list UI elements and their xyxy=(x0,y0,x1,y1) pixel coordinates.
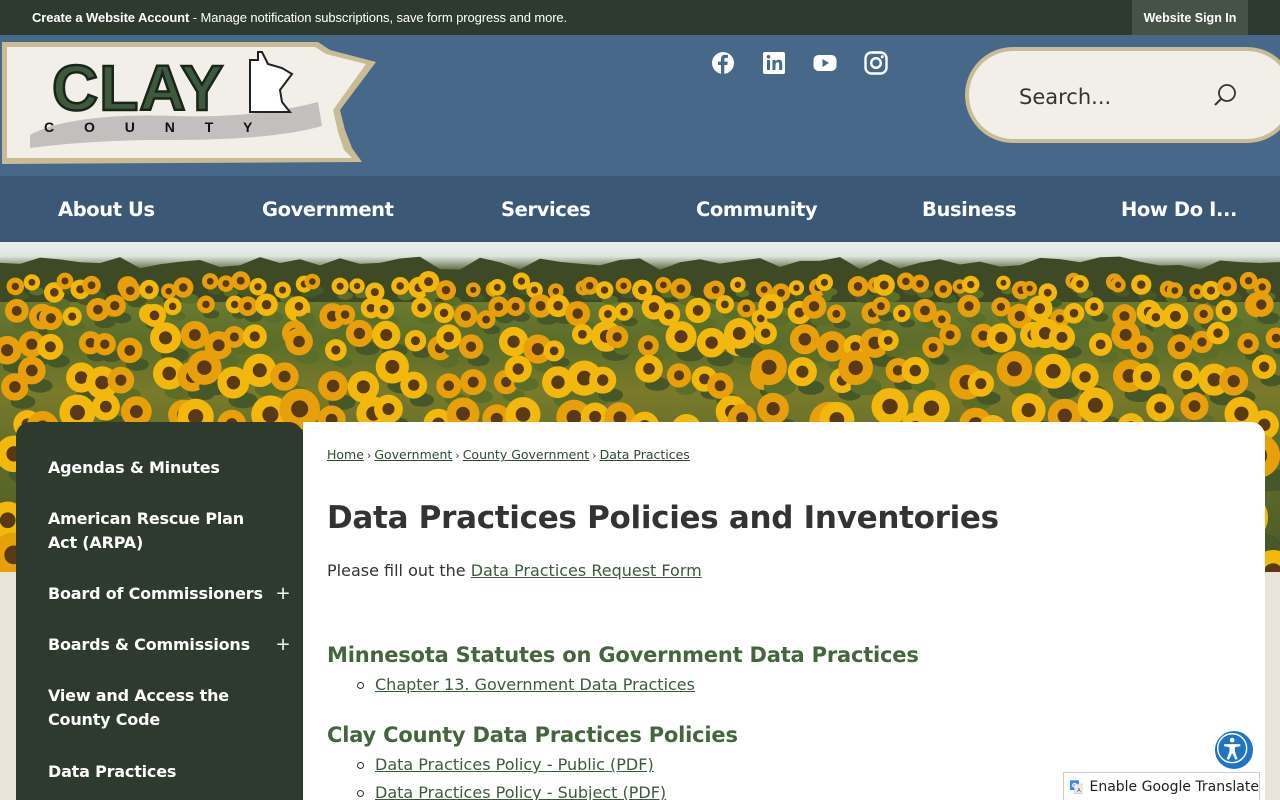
google-translate-label: Enable Google Translate xyxy=(1089,778,1259,795)
nav-services[interactable]: Services xyxy=(501,176,591,242)
account-notice[interactable]: Create a Website Account - Manage notifi… xyxy=(32,10,567,25)
intro-text: Please fill out the xyxy=(327,561,471,580)
search-input[interactable] xyxy=(1019,79,1199,115)
youtube-icon[interactable] xyxy=(812,50,838,76)
page-title: Data Practices Policies and Inventories xyxy=(327,500,999,536)
nav-how-do-i[interactable]: How Do I... xyxy=(1121,176,1237,242)
sidebar-item-agendas-minutes[interactable]: Agendas & Minutes xyxy=(48,456,268,480)
sidebar-item-data-practices[interactable]: Data Practices xyxy=(48,760,268,784)
site-search xyxy=(965,47,1280,143)
section-heading-mn-statutes: Minnesota Statutes on Government Data Pr… xyxy=(327,643,919,667)
logo-word: CLAY xyxy=(52,52,224,124)
sidebar-item-board-of-commissioners[interactable]: Board of Commissioners xyxy=(48,582,268,606)
breadcrumb-government[interactable]: Government xyxy=(374,447,452,462)
nav-business[interactable]: Business xyxy=(922,176,1017,242)
instagram-icon[interactable] xyxy=(863,50,889,76)
search-icon[interactable] xyxy=(1211,81,1241,111)
breadcrumb-county-government[interactable]: County Government xyxy=(463,447,589,462)
sidebar-navigation: Agendas & Minutes American Rescue Plan A… xyxy=(16,422,303,800)
intro-paragraph: Please fill out the Data Practices Reque… xyxy=(327,561,702,580)
breadcrumb-separator: › xyxy=(592,449,597,462)
top-utility-bar: Create a Website Account - Manage notifi… xyxy=(0,0,1280,35)
sidebar-item-county-code[interactable]: View and Access the County Code xyxy=(48,684,268,732)
svg-text:A: A xyxy=(1077,787,1081,793)
breadcrumb-home[interactable]: Home xyxy=(327,447,364,462)
main-navigation: About Us Government Services Community B… xyxy=(0,176,1280,242)
website-sign-in-button[interactable]: Website Sign In xyxy=(1132,0,1248,35)
facebook-icon[interactable] xyxy=(710,50,736,76)
chapter-13-link[interactable]: Chapter 13. Government Data Practices xyxy=(375,675,695,694)
breadcrumb: Home › Government › County Government › Data P… xyxy=(327,447,690,462)
accessibility-icon[interactable] xyxy=(1213,729,1255,771)
google-translate-icon: G A xyxy=(1070,779,1084,794)
nav-government[interactable]: Government xyxy=(262,176,394,242)
sidebar-item-arpa[interactable]: American Rescue Plan Act (ARPA) xyxy=(48,507,268,555)
section-heading-clay-county-policies: Clay County Data Practices Policies xyxy=(327,723,738,747)
breadcrumb-separator: › xyxy=(366,449,372,462)
nav-about-us[interactable]: About Us xyxy=(58,176,155,242)
data-practices-request-form-link[interactable]: Data Practices Request Form xyxy=(471,561,702,580)
nav-community[interactable]: Community xyxy=(696,176,818,242)
expand-boards-commissions-icon[interactable]: + xyxy=(274,636,292,654)
main-content: Home › Government › County Government › Data P… xyxy=(303,422,1265,800)
account-notice-text: - Manage notification subscriptions, sav… xyxy=(189,10,568,25)
sidebar-item-boards-commissions[interactable]: Boards & Commissions xyxy=(48,633,268,657)
create-account-link[interactable]: Create a Website Account xyxy=(32,10,189,25)
linkedin-icon[interactable] xyxy=(761,50,787,76)
svg-text:G: G xyxy=(1072,782,1077,789)
breadcrumb-separator: › xyxy=(455,449,460,462)
list-bullet xyxy=(357,790,364,797)
google-translate-button[interactable]: G A Enable Google Translate xyxy=(1063,772,1260,800)
list-bullet xyxy=(357,682,364,689)
expand-board-of-commissioners-icon[interactable]: + xyxy=(274,585,292,603)
breadcrumb-data-practices[interactable]: Data Practices xyxy=(600,447,690,462)
policy-public-pdf-link[interactable]: Data Practices Policy - Public (PDF) xyxy=(375,755,654,774)
logo-subtitle: C O U N T Y xyxy=(44,119,265,135)
list-bullet xyxy=(357,762,364,769)
policy-subject-pdf-link[interactable]: Data Practices Policy - Subject (PDF) xyxy=(375,783,666,800)
clay-county-logo[interactable]: CLAY C O U N T Y xyxy=(0,40,380,166)
